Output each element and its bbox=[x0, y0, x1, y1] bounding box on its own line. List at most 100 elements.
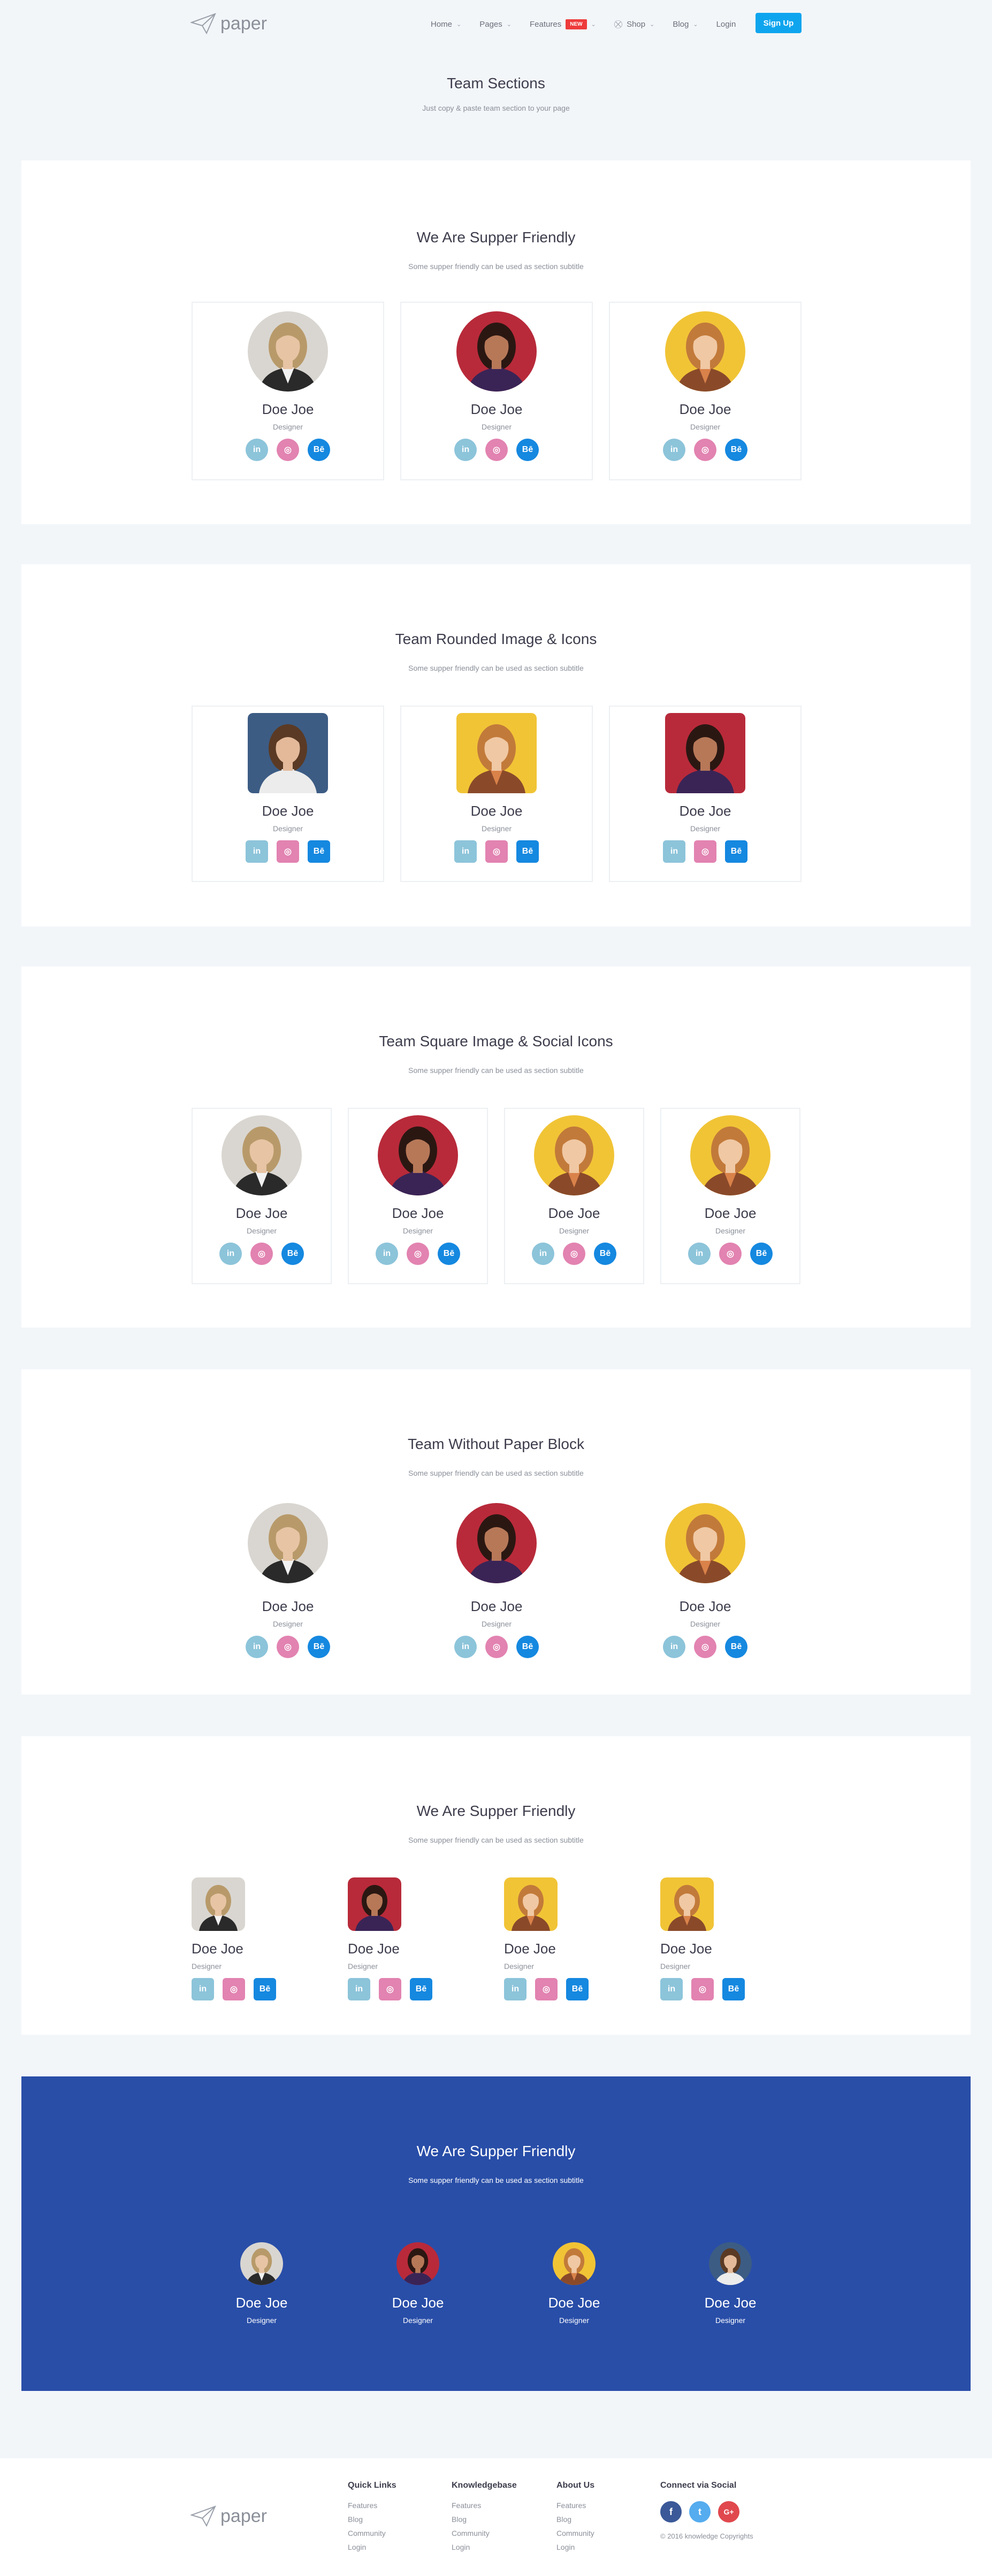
behance-icon[interactable]: Bē bbox=[516, 840, 539, 863]
member-name: Doe Joe bbox=[470, 803, 523, 819]
behance-icon[interactable]: Bē bbox=[308, 439, 330, 461]
member-name: Doe Joe bbox=[348, 1941, 400, 1957]
dribbble-icon[interactable]: ◎ bbox=[694, 439, 716, 461]
footer-link[interactable]: Features bbox=[556, 2501, 594, 2510]
footer-link[interactable]: Blog bbox=[452, 2515, 517, 2524]
menu-item-login[interactable]: Login bbox=[716, 16, 736, 32]
footer-link[interactable]: Community bbox=[452, 2529, 517, 2537]
dribbble-icon[interactable]: ◎ bbox=[535, 1978, 558, 2000]
footer-link[interactable]: Login bbox=[348, 2543, 396, 2551]
dribbble-icon[interactable]: ◎ bbox=[277, 1636, 299, 1658]
behance-icon[interactable]: Bē bbox=[308, 1636, 330, 1658]
brand-logo[interactable]: paper bbox=[190, 13, 267, 34]
avatar bbox=[504, 1877, 558, 1931]
linkedin-icon[interactable]: in bbox=[663, 1636, 685, 1658]
linkedin-icon[interactable]: in bbox=[246, 439, 268, 461]
linkedin-icon[interactable]: in bbox=[663, 439, 685, 461]
dribbble-icon[interactable]: ◎ bbox=[485, 840, 508, 863]
member-name: Doe Joe bbox=[660, 1941, 712, 1957]
dribbble-icon[interactable]: ◎ bbox=[223, 1978, 245, 2000]
footer-link[interactable]: Login bbox=[556, 2543, 594, 2551]
footer-link[interactable]: Blog bbox=[556, 2515, 594, 2524]
behance-icon[interactable]: Bē bbox=[566, 1978, 589, 2000]
avatar bbox=[690, 1115, 770, 1195]
linkedin-icon[interactable]: in bbox=[660, 1978, 683, 2000]
avatar bbox=[660, 1877, 714, 1931]
member-name: Doe Joe bbox=[192, 1941, 243, 1957]
footer-logo[interactable]: paper bbox=[190, 2505, 267, 2527]
member-role: Designer bbox=[481, 423, 512, 431]
linkedin-icon[interactable]: in bbox=[688, 1243, 711, 1265]
dribbble-icon[interactable]: ◎ bbox=[694, 840, 716, 863]
twitter-icon[interactable]: t bbox=[689, 2501, 711, 2523]
member-name: Doe Joe bbox=[679, 803, 731, 819]
behance-icon[interactable]: Bē bbox=[254, 1978, 276, 2000]
menu-item-home[interactable]: Home ⌄ bbox=[431, 16, 461, 32]
footer: paper Quick Links Features Blog Communit… bbox=[0, 2458, 992, 2576]
footer-link[interactable]: Features bbox=[452, 2501, 517, 2510]
dribbble-icon[interactable]: ◎ bbox=[485, 1636, 508, 1658]
behance-icon[interactable]: Bē bbox=[725, 840, 747, 863]
behance-icon[interactable]: Bē bbox=[438, 1243, 460, 1265]
section-title: Team Without Paper Block bbox=[408, 1436, 584, 1452]
footer-link[interactable]: Features bbox=[348, 2501, 396, 2510]
dribbble-icon[interactable]: ◎ bbox=[691, 1978, 714, 2000]
footer-link[interactable]: Blog bbox=[348, 2515, 396, 2524]
avatar bbox=[553, 2242, 596, 2285]
signup-button[interactable]: Sign Up bbox=[756, 13, 802, 33]
linkedin-icon[interactable]: in bbox=[663, 840, 685, 863]
footer-link[interactable]: Login bbox=[452, 2543, 517, 2551]
behance-icon[interactable]: Bē bbox=[725, 1636, 747, 1658]
google-plus-icon[interactable]: G+ bbox=[718, 2501, 739, 2523]
dribbble-icon[interactable]: ◎ bbox=[563, 1243, 585, 1265]
linkedin-icon[interactable]: in bbox=[219, 1243, 242, 1265]
facebook-icon[interactable]: f bbox=[660, 2501, 682, 2523]
footer-link[interactable]: Community bbox=[556, 2529, 594, 2537]
linkedin-icon[interactable]: in bbox=[454, 439, 477, 461]
linkedin-icon[interactable]: in bbox=[532, 1243, 554, 1265]
dribbble-icon[interactable]: ◎ bbox=[379, 1978, 401, 2000]
linkedin-icon[interactable]: in bbox=[454, 840, 477, 863]
behance-icon[interactable]: Bē bbox=[516, 439, 539, 461]
behance-icon[interactable]: Bē bbox=[750, 1243, 773, 1265]
behance-icon[interactable]: Bē bbox=[725, 439, 747, 461]
behance-icon[interactable]: Bē bbox=[516, 1636, 539, 1658]
menu-item-pages[interactable]: Pages ⌄ bbox=[479, 16, 512, 32]
linkedin-icon[interactable]: in bbox=[192, 1978, 214, 2000]
dribbble-icon[interactable]: ◎ bbox=[694, 1636, 716, 1658]
linkedin-icon[interactable]: in bbox=[454, 1636, 477, 1658]
dribbble-icon[interactable]: ◎ bbox=[719, 1243, 742, 1265]
social-icons: in ◎ Bē bbox=[660, 1243, 800, 1265]
team-member: Doe Joe Designer in ◎ Bē bbox=[609, 706, 802, 882]
linkedin-icon[interactable]: in bbox=[376, 1243, 398, 1265]
chevron-down-icon: ⌄ bbox=[650, 21, 655, 28]
linkedin-icon[interactable]: in bbox=[246, 840, 268, 863]
dribbble-icon[interactable]: ◎ bbox=[250, 1243, 273, 1265]
member-role: Designer bbox=[660, 1962, 691, 1971]
section-title: Team Square Image & Social Icons bbox=[379, 1033, 613, 1049]
menu-item-features[interactable]: Features NEW ⌄ bbox=[530, 16, 596, 32]
footer-link[interactable]: Community bbox=[348, 2529, 396, 2537]
dribbble-icon[interactable]: ◎ bbox=[407, 1243, 429, 1265]
linkedin-icon[interactable]: in bbox=[246, 1636, 268, 1658]
menu-item-blog[interactable]: Blog ⌄ bbox=[673, 16, 698, 32]
avatar bbox=[665, 1503, 745, 1583]
chevron-down-icon: ⌄ bbox=[506, 21, 512, 28]
linkedin-icon[interactable]: in bbox=[348, 1978, 370, 2000]
footer-col-title: About Us bbox=[556, 2481, 595, 2490]
behance-icon[interactable]: Bē bbox=[594, 1243, 616, 1265]
page-title: Team Sections bbox=[447, 75, 545, 91]
team-section-square: Team Square Image & Social Icons Some su… bbox=[21, 967, 971, 1328]
behance-icon[interactable]: Bē bbox=[281, 1243, 304, 1265]
behance-icon[interactable]: Bē bbox=[308, 840, 330, 863]
menu-item-shop[interactable]: ⛒ Shop ⌄ bbox=[614, 16, 655, 32]
dribbble-icon[interactable]: ◎ bbox=[485, 439, 508, 461]
dribbble-icon[interactable]: ◎ bbox=[277, 439, 299, 461]
dribbble-icon[interactable]: ◎ bbox=[277, 840, 299, 863]
linkedin-icon[interactable]: in bbox=[504, 1978, 526, 2000]
behance-icon[interactable]: Bē bbox=[410, 1978, 432, 2000]
avatar bbox=[248, 311, 328, 392]
member-name: Doe Joe bbox=[704, 2295, 757, 2311]
behance-icon[interactable]: Bē bbox=[722, 1978, 745, 2000]
team-member: Doe Joe Designer in ◎ Bē bbox=[348, 1108, 488, 1284]
